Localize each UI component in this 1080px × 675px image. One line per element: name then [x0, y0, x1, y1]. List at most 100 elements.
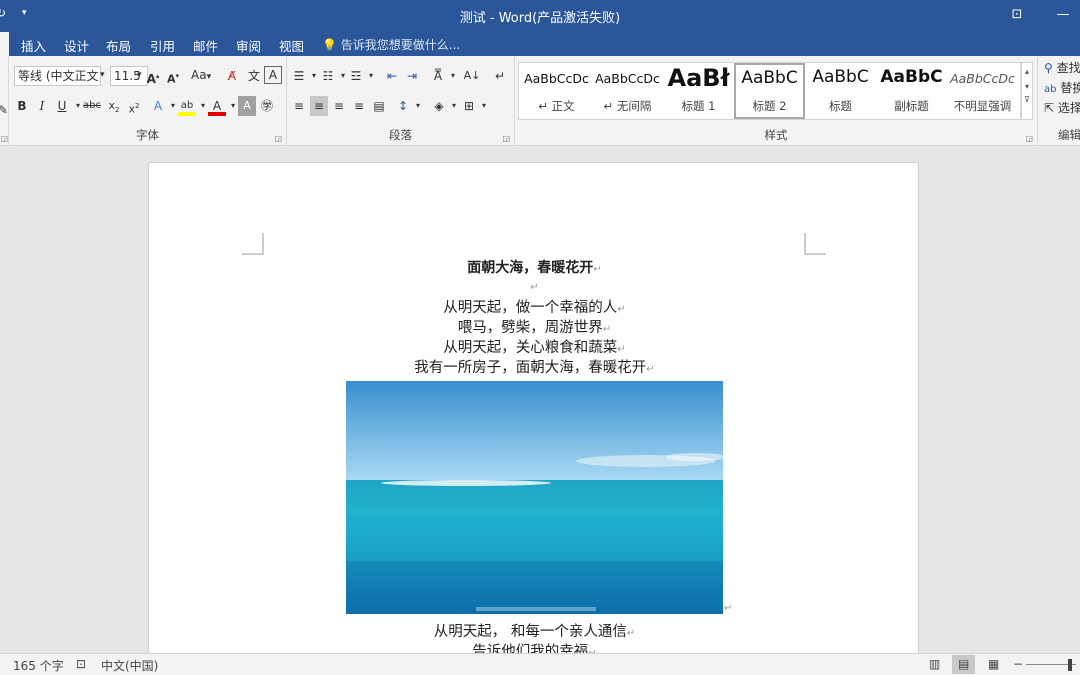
document-page[interactable]: 面朝大海，春暖花开↵ ↵ 从明天起，做一个幸福的人↵ 喂马，劈柴，周游世界↵ 从… [148, 162, 919, 653]
style-normal[interactable]: AaBbCcDc ↵ 正文 [521, 63, 592, 119]
grow-font-icon[interactable]: A▴ [144, 66, 162, 86]
character-border-icon[interactable]: A [264, 66, 282, 84]
window-title: 测试 - Word(产品激活失败) [459, 11, 621, 26]
read-mode-icon[interactable]: ▥ [929, 657, 940, 671]
word-count[interactable]: 165 个字 [13, 657, 64, 674]
poem-line[interactable]: 从明天起， 和每一个亲人通信↵ [149, 620, 920, 641]
clipboard-launcher-icon[interactable]: ◲ [0, 134, 8, 143]
style-heading-2[interactable]: AaBbC 标题 2 [734, 63, 805, 119]
clear-formatting-icon[interactable]: A̸ [223, 66, 241, 86]
gallery-down-icon[interactable]: ▾ [1022, 82, 1032, 91]
strikethrough-icon[interactable]: abc [83, 96, 101, 116]
styles-gallery: AaBbCcDc ↵ 正文 AaBbCcDc ↵ 无间隔 AaBł 标题 1 A… [518, 62, 1021, 120]
align-center-icon[interactable]: ≡ [310, 96, 328, 116]
font-size-select[interactable]: 11.5 [110, 66, 148, 86]
style-no-spacing[interactable]: AaBbCcDc ↵ 无间隔 [592, 63, 663, 119]
shrink-font-icon[interactable]: A▾ [164, 66, 182, 86]
font-name-select[interactable]: 等线 (中文正文 [14, 66, 101, 86]
font-launcher-icon[interactable]: ◲ [274, 134, 282, 143]
enclose-characters-icon[interactable]: ㊫ [258, 96, 276, 116]
tab-layout[interactable]: 布局 [106, 36, 131, 55]
increase-indent-icon[interactable]: ⇥ [403, 66, 421, 86]
font-group: 等线 (中文正文 ▾ 11.5 ▾ A▴ A▾ Aa▾ A̸ 文 A B I U… [9, 56, 287, 146]
bold-icon[interactable]: B [13, 96, 31, 116]
margin-corner-top-left [242, 233, 264, 255]
tab-references[interactable]: 引用 [150, 36, 175, 55]
tab-view[interactable]: 视图 [279, 36, 304, 55]
styles-group-label: 样式 [764, 128, 788, 142]
web-layout-icon[interactable]: ▦ [988, 657, 999, 671]
italic-icon[interactable]: I [33, 96, 51, 116]
borders-dropdown-icon[interactable]: ▾ [475, 96, 493, 116]
sort-icon[interactable]: A↓ [463, 66, 481, 86]
font-name-dropdown-icon[interactable]: ▾ [100, 66, 105, 86]
paragraph-group-label: 段落 [389, 128, 412, 142]
ocean-picture [346, 381, 723, 614]
chinese-layout-dropdown-icon[interactable]: ▾ [444, 66, 462, 86]
poem-line[interactable]: 告诉他们我的幸福↵ [149, 640, 920, 653]
lightbulb-icon: 💡 [322, 38, 337, 52]
poem-line[interactable]: 喂马，劈柴，周游世界↵ [149, 316, 920, 337]
font-group-label: 字体 [136, 128, 159, 142]
language-indicator[interactable]: 中文(中国) [101, 657, 158, 674]
character-shading-icon[interactable]: A [238, 96, 256, 116]
style-subtitle[interactable]: AaBbC 副标题 [876, 63, 947, 119]
align-left-icon[interactable]: ≡ [290, 96, 308, 116]
replace-icon: ab [1044, 84, 1057, 95]
poem-line[interactable]: 从明天起，做一个幸福的人↵ [149, 296, 920, 317]
gallery-up-icon[interactable]: ▴ [1022, 67, 1032, 76]
style-subtle-emphasis[interactable]: AaBbCcDc 不明显强调 [947, 63, 1018, 119]
cursor-icon: ⇱ [1044, 101, 1055, 115]
paragraph-launcher-icon[interactable]: ◲ [502, 134, 510, 143]
ribbon-display-options-icon[interactable]: ⊡ [1006, 4, 1028, 26]
print-layout-icon[interactable]: ▤ [952, 655, 976, 674]
poem-line[interactable]: 我有一所房子，面朝大海，春暖花开↵ [149, 356, 920, 377]
gallery-more-icon[interactable]: ⊽ [1022, 95, 1032, 104]
phonetic-guide-icon[interactable]: 文 [245, 66, 263, 86]
distributed-icon[interactable]: ▤ [370, 96, 388, 116]
align-right-icon[interactable]: ≡ [330, 96, 348, 116]
line-spacing-dropdown-icon[interactable]: ▾ [409, 96, 427, 116]
select-button[interactable]: ⇱ 选择 [1044, 99, 1080, 119]
tell-me-placeholder: 告诉我您想要做什么... [340, 38, 461, 52]
tell-me-box[interactable]: 💡 告诉我您想要做什么... [322, 36, 460, 53]
decrease-indent-icon[interactable]: ⇤ [383, 66, 401, 86]
tab-review[interactable]: 审阅 [236, 36, 261, 55]
empty-paragraph[interactable]: ↵ [149, 278, 920, 294]
styles-launcher-icon[interactable]: ◲ [1025, 134, 1033, 143]
document-area[interactable]: 面朝大海，春暖花开↵ ↵ 从明天起，做一个幸福的人↵ 喂马，劈柴，周游世界↵ 从… [0, 146, 1080, 653]
styles-gallery-scroll[interactable]: ▴ ▾ ⊽ [1021, 62, 1033, 120]
subscript-icon[interactable]: x2 [105, 96, 123, 116]
tab-insert[interactable]: 插入 [21, 36, 46, 55]
show-marks-icon[interactable]: ↵ [491, 66, 509, 86]
style-title[interactable]: AaBbC 标题 [805, 63, 876, 119]
change-case-button[interactable]: Aa▾ [191, 66, 211, 86]
status-bar: 165 个字 ⊡ 中文(中国) ▥ ▤ ▦ − [0, 653, 1080, 675]
margin-corner-top-right [804, 233, 826, 255]
zoom-slider-thumb[interactable] [1068, 659, 1072, 671]
find-button[interactable]: ⚲ 查找 [1044, 59, 1080, 79]
clipboard-group: ✎ ◲ [0, 56, 9, 146]
editing-group: ⚲ 查找 ab 替换 ⇱ 选择 编辑 [1038, 56, 1080, 146]
tab-design[interactable]: 设计 [64, 36, 89, 55]
zoom-out-icon[interactable]: − [1013, 657, 1023, 671]
style-heading-1[interactable]: AaBł 标题 1 [663, 63, 734, 119]
search-icon: ⚲ [1044, 61, 1053, 75]
minimize-button[interactable]: — [1052, 4, 1074, 26]
ocean-image[interactable] [346, 381, 723, 614]
font-name-value: 等线 (中文正文 [18, 69, 99, 83]
proofing-icon[interactable]: ⊡ [76, 657, 86, 671]
superscript-icon[interactable]: x2 [125, 96, 143, 116]
tab-home[interactable] [0, 32, 9, 56]
image-paragraph-mark: ↵ [724, 603, 733, 614]
paragraph-group: ☰ ▾ ☷ ▾ ☲ ▾ ⇤ ⇥ A̿ ▾ A↓ ↵ ≡ ≡ ≡ ≡ ▤ ↕ ▾ … [287, 56, 515, 146]
ribbon-tab-bar: 插入 设计 布局 引用 邮件 审阅 视图 💡 告诉我您想要做什么... [0, 32, 1080, 56]
font-size-dropdown-icon[interactable]: ▾ [137, 66, 142, 86]
tab-mailings[interactable]: 邮件 [193, 36, 218, 55]
multilevel-dropdown-icon[interactable]: ▾ [362, 66, 380, 86]
document-title[interactable]: 面朝大海，春暖花开↵ [149, 257, 920, 277]
poem-line[interactable]: 从明天起，关心粮食和蔬菜↵ [149, 336, 920, 357]
editing-group-label: 编辑 [1058, 128, 1080, 142]
justify-icon[interactable]: ≡ [350, 96, 368, 116]
replace-button[interactable]: ab 替换 [1044, 79, 1080, 99]
